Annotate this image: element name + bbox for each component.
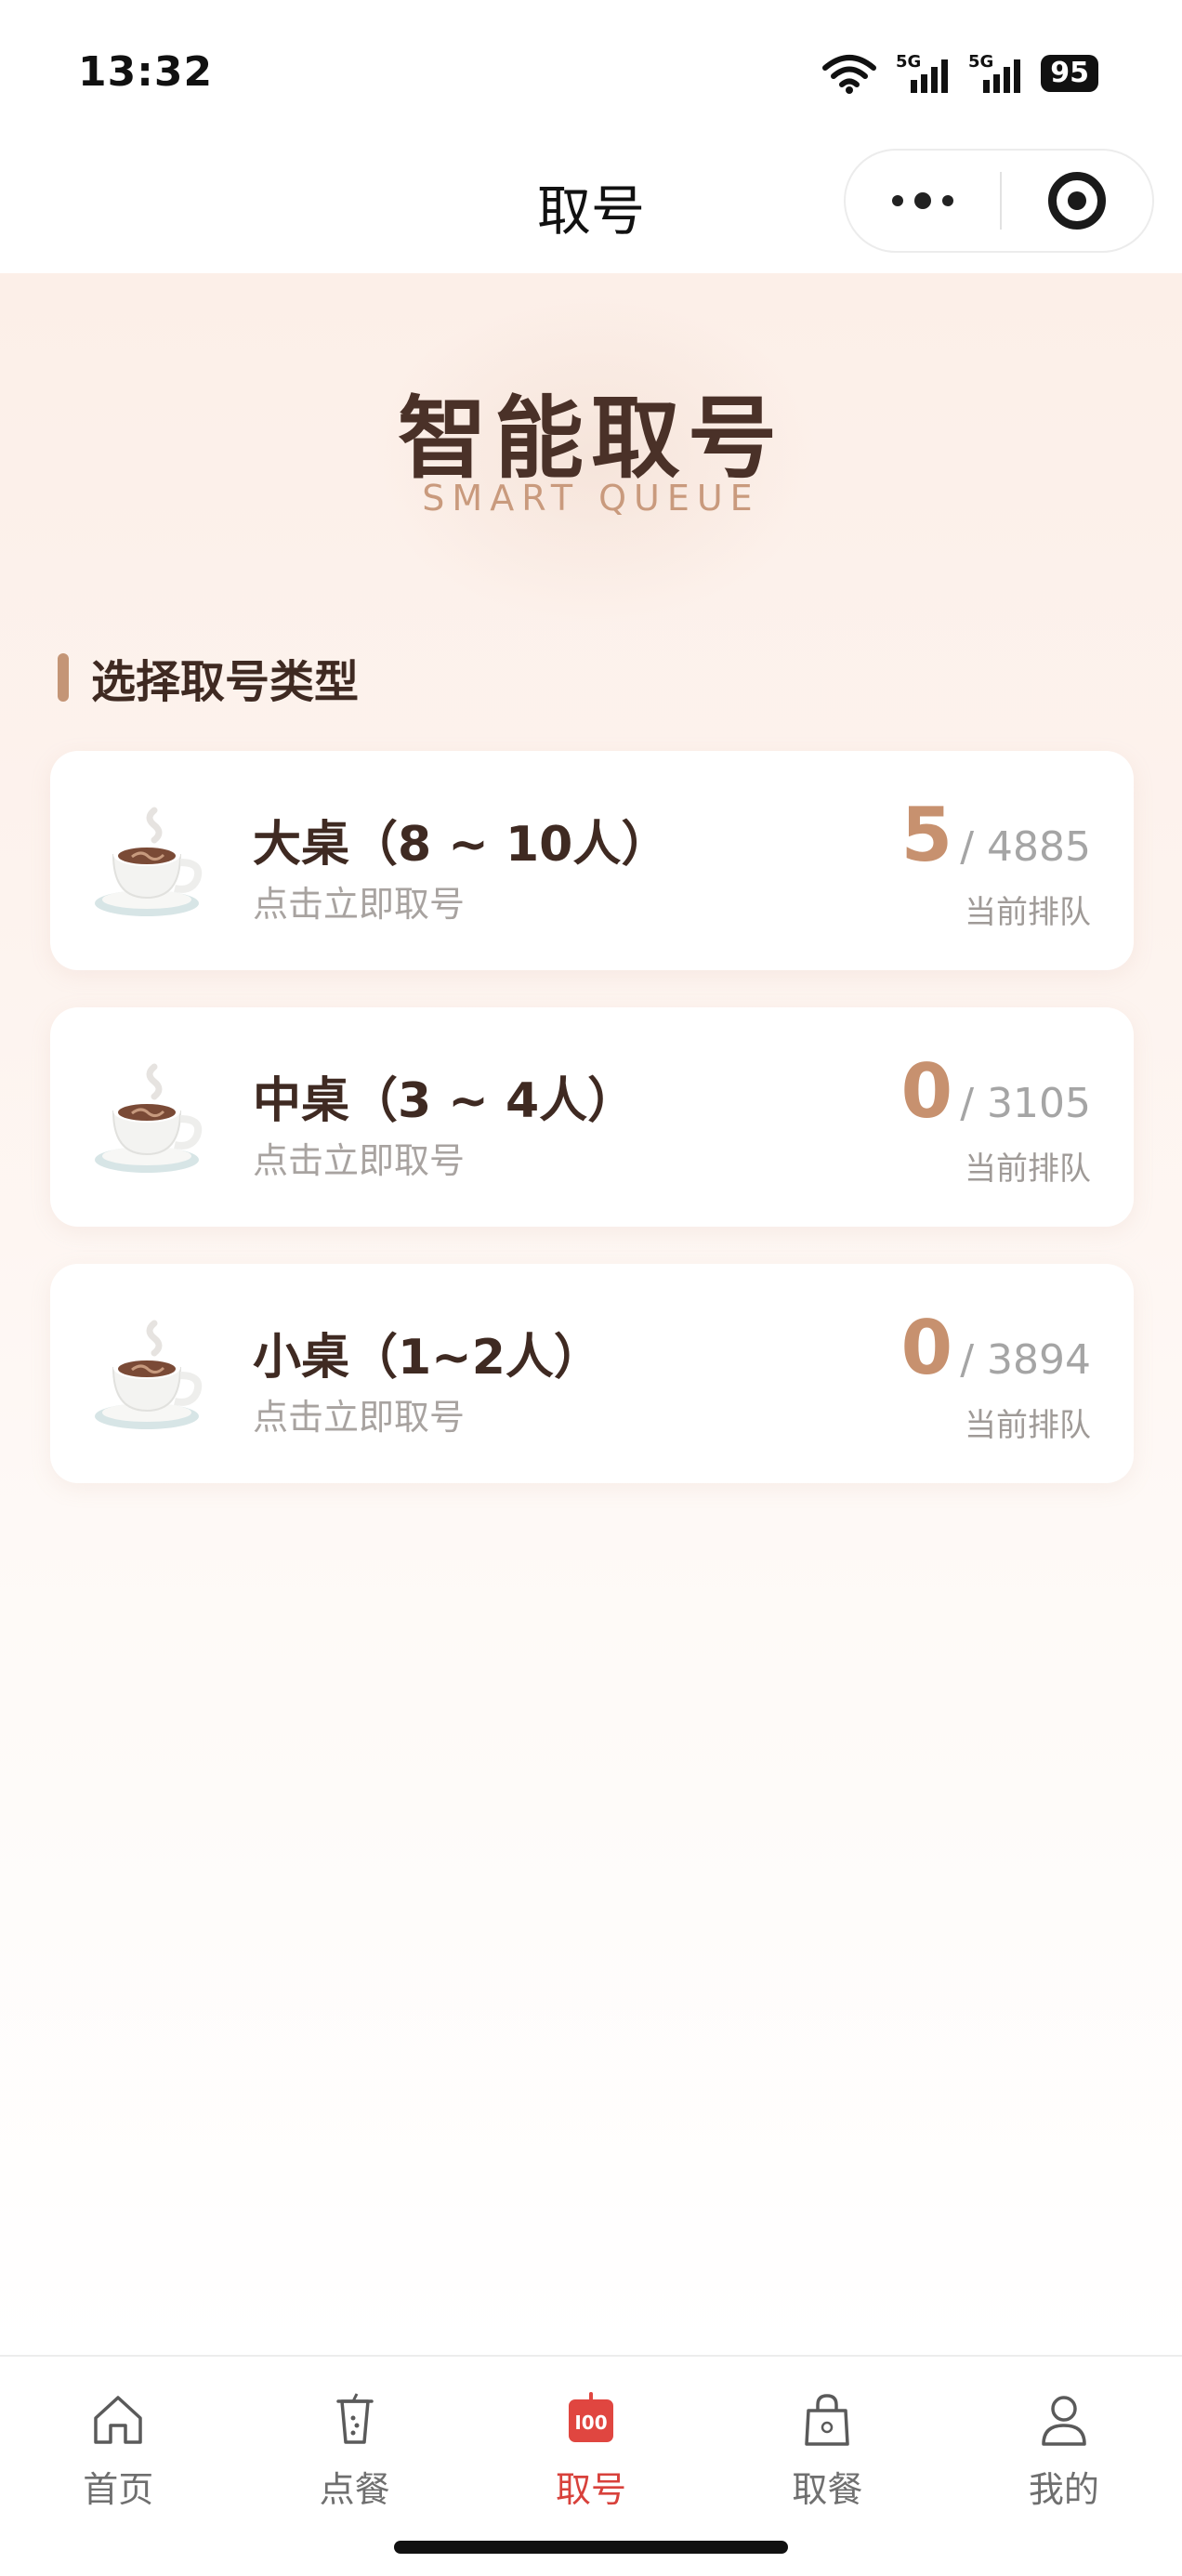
home-icon xyxy=(94,2396,142,2444)
page: 13:32 5G 5G 95 取号 智能取号 SMART QUEUE 选择取号类… xyxy=(0,0,1182,2576)
queue-stats: 5 / 4885 xyxy=(901,792,1091,878)
cellular-signal-icon: 5G xyxy=(968,52,1021,93)
card-title: 小桌（1~2人） xyxy=(253,1330,602,1386)
battery-indicator: 95 xyxy=(1041,55,1098,92)
queue-type-card-medium[interactable]: 中桌（3 ~ 4人） 点击立即取号 0 / 3105 当前排队 xyxy=(50,1007,1134,1227)
status-icons: 5G 5G 95 xyxy=(821,52,1098,95)
more-dot-icon xyxy=(914,192,931,209)
queue-total: / 3105 xyxy=(960,1080,1091,1127)
card-title: 中桌（3 ~ 4人） xyxy=(253,1073,637,1129)
card-hint: 点击立即取号 xyxy=(253,1397,466,1438)
more-dot-icon xyxy=(942,195,953,206)
queue-type-card-small[interactable]: 小桌（1~2人） 点击立即取号 0 / 3894 当前排队 xyxy=(50,1264,1134,1483)
tab-label: 取号 xyxy=(556,2469,627,2510)
card-hint: 点击立即取号 xyxy=(253,1140,466,1181)
tab-order[interactable]: 点餐 xyxy=(236,2357,472,2515)
queue-stats: 0 / 3105 xyxy=(901,1048,1091,1135)
queue-type-card-large[interactable]: 大桌（8 ~ 10人） 点击立即取号 5 / 4885 当前排队 xyxy=(50,751,1134,970)
tab-bar: 首页 点餐 I00 取号 取餐 我的 xyxy=(0,2355,1182,2576)
close-mini-program-button[interactable] xyxy=(1002,151,1152,251)
nav-bar: 取号 xyxy=(0,149,1182,273)
shopping-bag-icon xyxy=(805,2394,850,2446)
queue-stats: 0 / 3894 xyxy=(901,1305,1091,1391)
queue-total: / 3894 xyxy=(960,1336,1091,1384)
section-accent-bar xyxy=(58,653,69,702)
queue-count: 0 xyxy=(900,1305,953,1391)
section-title: 选择取号类型 xyxy=(91,656,360,708)
mini-program-capsule xyxy=(844,149,1154,253)
svg-text:5G: 5G xyxy=(968,52,993,72)
status-time: 13:32 xyxy=(78,48,214,96)
section-header: 选择取号类型 xyxy=(58,645,359,710)
tab-queue[interactable]: I00 取号 xyxy=(473,2357,709,2515)
more-dot-icon xyxy=(892,195,903,206)
target-circle-icon xyxy=(1048,172,1106,230)
coffee-cup-icon xyxy=(95,1063,203,1173)
card-hint: 点击立即取号 xyxy=(253,884,466,925)
tab-profile[interactable]: 我的 xyxy=(946,2357,1182,2515)
svg-text:I00: I00 xyxy=(574,2412,607,2434)
drink-cup-icon xyxy=(335,2393,374,2444)
tab-label: 取餐 xyxy=(792,2469,863,2510)
queue-total: / 4885 xyxy=(960,823,1091,871)
tab-pickup[interactable]: 取餐 xyxy=(709,2357,945,2515)
status-bar: 13:32 5G 5G 95 xyxy=(0,0,1182,149)
tab-label: 点餐 xyxy=(319,2469,390,2510)
cellular-signal-icon: 5G xyxy=(896,52,949,93)
hero-title: 智能取号 xyxy=(398,387,784,491)
queue-number-icon: I00 xyxy=(569,2392,614,2442)
tab-home[interactable]: 首页 xyxy=(0,2357,236,2515)
more-button[interactable] xyxy=(846,151,1000,251)
coffee-cup-icon xyxy=(95,807,203,916)
wifi-icon xyxy=(822,55,877,94)
queue-count: 0 xyxy=(900,1048,953,1135)
main-content: 智能取号 SMART QUEUE 选择取号类型 大桌（8 ~ 10人） 点击立即… xyxy=(0,273,1182,2355)
queue-count: 5 xyxy=(900,792,953,878)
coffee-cup-icon xyxy=(95,1320,203,1429)
queue-label: 当前排队 xyxy=(965,1407,1091,1444)
queue-label: 当前排队 xyxy=(965,894,1091,931)
tab-label: 我的 xyxy=(1028,2469,1099,2510)
svg-text:5G: 5G xyxy=(896,52,921,72)
hero-subtitle: SMART QUEUE xyxy=(422,478,760,519)
user-icon xyxy=(1042,2396,1086,2446)
card-title: 大桌（8 ~ 10人） xyxy=(253,817,670,873)
queue-label: 当前排队 xyxy=(965,1150,1091,1188)
tab-label: 首页 xyxy=(83,2469,154,2510)
home-indicator[interactable] xyxy=(394,2541,788,2554)
